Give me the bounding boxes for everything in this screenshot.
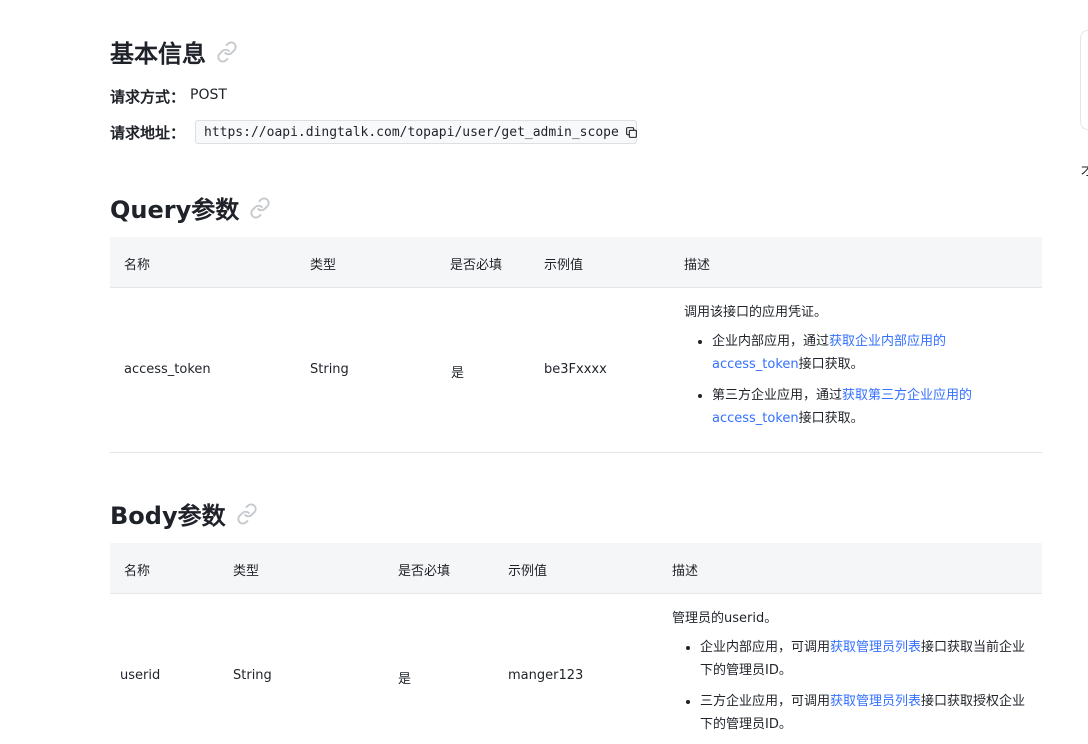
section-title-query-params: Query参数: [110, 190, 271, 225]
anchor-link-icon[interactable]: [249, 196, 271, 219]
section-title-basic-info: 基本信息: [110, 34, 238, 69]
body-cell-desc: 管理员的userid。 企业内部应用，可调用获取管理员列表接口获取当前企业下的管…: [672, 607, 1032, 744]
method-label: 请求方式：: [110, 88, 186, 106]
side-panel-card[interactable]: [1080, 30, 1088, 130]
query-desc-bullet-text: 第三方企业应用，通过: [712, 388, 843, 403]
query-desc-bullet-text: 企业内部应用，通过: [712, 334, 830, 349]
body-cell-required: 是: [398, 672, 412, 687]
query-desc-bullet: 第三方企业应用，通过获取第三方企业应用的access_token接口获取。: [712, 384, 984, 430]
section-title-basic-info-text: 基本信息: [110, 40, 206, 68]
query-header-type: 类型: [310, 258, 337, 273]
query-desc-bullet-suffix: 接口获取。: [798, 357, 864, 372]
section-title-query-params-text: Query参数: [110, 196, 240, 224]
body-desc-bullet: 企业内部应用，可调用获取管理员列表接口获取当前企业下的管理员ID。: [700, 636, 1032, 682]
body-cell-name: userid: [120, 668, 161, 683]
query-cell-name: access_token: [124, 362, 211, 377]
body-header-type: 类型: [233, 564, 260, 579]
section-title-body-params: Body参数: [110, 496, 258, 531]
query-desc-bullet: 企业内部应用，通过获取企业内部应用的access_token接口获取。: [712, 330, 984, 376]
query-cell-example: be3Fxxxx: [544, 362, 607, 377]
query-header-desc: 描述: [684, 258, 711, 273]
body-cell-example: manger123: [508, 668, 584, 683]
body-desc-bullet-text: 企业内部应用，可调用: [700, 640, 831, 655]
request-url-text: https://oapi.dingtalk.com/topapi/user/ge…: [204, 124, 619, 140]
query-header-name: 名称: [124, 258, 151, 273]
query-desc-intro: 调用该接口的应用凭证。: [684, 305, 828, 320]
url-label: 请求地址：: [110, 124, 186, 142]
anchor-link-icon[interactable]: [216, 40, 238, 63]
side-edge-text: 才: [1081, 164, 1088, 179]
body-desc-bullet-text: 三方企业应用，可调用: [700, 694, 831, 709]
query-desc-bullet-suffix: 接口获取。: [798, 411, 864, 426]
request-url-code: https://oapi.dingtalk.com/topapi/user/ge…: [195, 120, 637, 144]
body-desc-bullet: 三方企业应用，可调用获取管理员列表接口获取授权企业下的管理员ID。: [700, 690, 1032, 736]
body-header-required: 是否必填: [398, 564, 451, 579]
body-header-desc: 描述: [672, 564, 699, 579]
anchor-link-icon[interactable]: [236, 502, 258, 525]
body-cell-type: String: [233, 668, 272, 683]
body-header-name: 名称: [124, 564, 151, 579]
query-header-example: 示例值: [544, 258, 584, 273]
query-header-required: 是否必填: [450, 258, 503, 273]
copy-icon[interactable]: [625, 126, 638, 139]
body-desc-intro: 管理员的userid。: [672, 611, 778, 626]
body-header-example: 示例值: [508, 564, 548, 579]
section-title-body-params-text: Body参数: [110, 502, 226, 530]
query-cell-desc: 调用该接口的应用凭证。 企业内部应用，通过获取企业内部应用的access_tok…: [684, 301, 984, 438]
query-cell-required: 是: [451, 366, 465, 381]
query-row-divider: [110, 452, 1042, 453]
body-table-header: 名称 类型 是否必填 示例值 描述: [110, 543, 1042, 594]
query-table-header: 名称 类型 是否必填 示例值 描述: [110, 237, 1042, 288]
query-cell-type: String: [310, 362, 349, 377]
link-get-admin-list[interactable]: 获取管理员列表: [830, 694, 921, 709]
method-value: POST: [190, 87, 227, 103]
link-get-admin-list[interactable]: 获取管理员列表: [830, 640, 921, 655]
